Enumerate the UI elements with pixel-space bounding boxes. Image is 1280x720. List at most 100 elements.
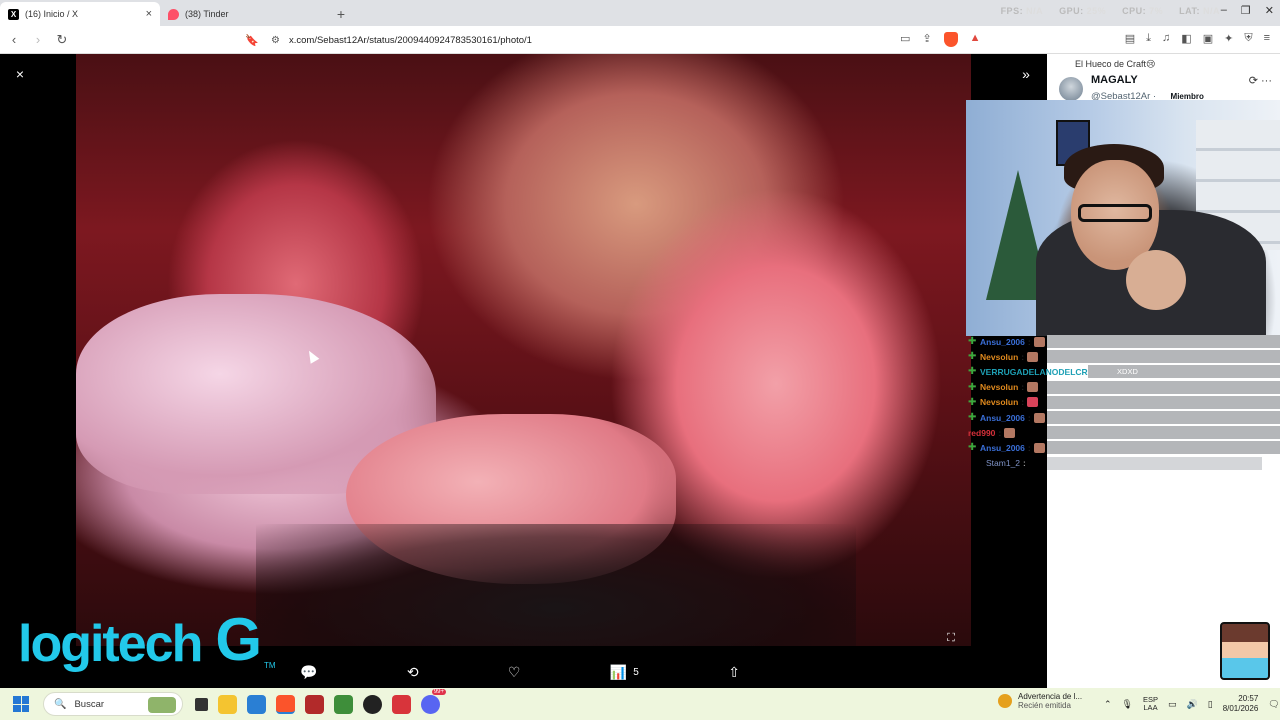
battery-icon[interactable]: ▯: [1208, 699, 1213, 710]
chat-message: ✚ Ansu_2006:: [968, 440, 1280, 455]
brave-browser-icon[interactable]: [276, 694, 295, 714]
brave-rewards-icon[interactable]: ▲: [970, 32, 981, 47]
cast-icon[interactable]: ▭: [900, 32, 910, 47]
taskbar-search[interactable]: 🔍 Buscar: [43, 692, 183, 716]
address-bar[interactable]: 🔖 ⚙ x.com/Sebast12Ar/status/200944092478…: [245, 29, 995, 51]
microphone-icon[interactable]: 🎙: [1122, 699, 1133, 710]
chat-username: Nevsolun: [980, 382, 1019, 393]
network-icon[interactable]: ▭: [1168, 699, 1177, 710]
new-tab-button[interactable]: +: [328, 2, 354, 26]
chat-username: VERRUGADELANODELCRAFT: [980, 366, 1105, 377]
store-icon[interactable]: [247, 694, 266, 714]
gpu-stat: GPU: 25%: [1059, 6, 1107, 16]
menu-icon[interactable]: ≡: [1264, 32, 1270, 45]
bookmark-icon[interactable]: 🔖: [245, 34, 261, 47]
fps-stat: FPS: N/A: [1000, 6, 1044, 16]
sub-badge-icon: ✚: [968, 366, 977, 378]
sub-badge-icon: ✚: [968, 396, 977, 408]
logo-word: logitech: [18, 615, 203, 673]
back-icon[interactable]: ‹: [4, 32, 24, 47]
media-icon[interactable]: ♫: [1162, 32, 1170, 45]
forward-icon[interactable]: ›: [28, 32, 48, 47]
expand-panel-icon[interactable]: »: [1016, 64, 1036, 84]
discord-badge: 99+: [431, 688, 446, 695]
views-button[interactable]: 📊 5: [610, 664, 639, 681]
language-indicator[interactable]: ESP LAA: [1143, 695, 1158, 713]
close-viewer-icon[interactable]: ×: [10, 64, 30, 84]
reload-icon[interactable]: ↻: [52, 32, 72, 48]
tab-label: (16) Inicio / X: [25, 9, 79, 19]
chat-username: red990: [968, 427, 996, 438]
streamer-hand: [1126, 250, 1186, 310]
file-explorer-icon[interactable]: [218, 694, 237, 714]
task-view-icon[interactable]: [195, 697, 208, 711]
share-button[interactable]: ⇧: [728, 664, 740, 681]
tab-tinder[interactable]: (38) Tinder: [160, 2, 320, 26]
logo-g: G: [215, 606, 263, 673]
emote-icon: [1027, 397, 1039, 408]
minimize-icon[interactable]: –: [1221, 4, 1227, 17]
clock[interactable]: 20:57 8/01/2026: [1223, 694, 1259, 713]
author-name[interactable]: MAGALY: [1091, 74, 1204, 86]
browser-tools: ▤ ⤓ ♫ ◧ ▣ ✦ ⛨ ≡: [1125, 32, 1270, 45]
discord-icon[interactable]: 99+: [421, 688, 446, 714]
share-page-icon[interactable]: ⇪: [922, 32, 931, 47]
logitech-logo: logitech G TM: [18, 606, 276, 673]
photo-region: [256, 524, 856, 646]
chat-message: ✚ Nevsolun:: [968, 349, 1280, 364]
logo-tm: TM: [264, 661, 276, 670]
chat-username: Ansu_2006: [980, 336, 1025, 347]
brave-shield-icon[interactable]: [943, 32, 958, 47]
chat-redaction-bar: [1047, 380, 1280, 394]
streamer-glasses: [1078, 204, 1152, 222]
restore-icon[interactable]: ❐: [1241, 4, 1251, 17]
cpu-stat: CPU: 7%: [1122, 6, 1164, 16]
obs-icon[interactable]: [363, 694, 382, 714]
notification-title: Advertencia de l...: [1018, 692, 1083, 701]
warning-icon: [998, 694, 1012, 708]
url-text[interactable]: x.com/Sebast12Ar/status/2009440924783530…: [289, 35, 995, 46]
alt-text-icon[interactable]: ⛶: [942, 629, 960, 647]
avatar[interactable]: [1059, 77, 1083, 101]
notification-subtitle: Recién emitida: [1018, 701, 1071, 710]
tab-strip: X (16) Inicio / X × (38) Tinder + FPS: N…: [0, 0, 1280, 26]
more-options-icon[interactable]: ⟳ ···: [1249, 74, 1272, 87]
reply-button[interactable]: 💬: [300, 664, 317, 681]
share-icon: ⇧: [728, 663, 740, 680]
pixel-avatar-sticker: [1220, 622, 1270, 680]
vpn-icon[interactable]: ⛨: [1244, 32, 1252, 45]
chat-message: ✚ Nevsolun:: [968, 395, 1280, 410]
tab-x-home[interactable]: X (16) Inicio / X ×: [0, 2, 160, 26]
streaming-app-icon[interactable]: [305, 694, 324, 714]
sidebar-panel-icon[interactable]: ▤: [1125, 32, 1135, 45]
tweet-photo[interactable]: [76, 54, 971, 646]
emote-icon: [1033, 442, 1045, 453]
repost-button[interactable]: ⟲: [407, 664, 419, 681]
perf-overlay: FPS: N/A GPU: 25% CPU: 7% LAT: N/A: [1001, 6, 1220, 16]
community-label[interactable]: El Hueco de Craft😢: [1075, 59, 1155, 70]
chat-username: Nevsolun: [980, 351, 1019, 362]
leo-ai-icon[interactable]: ✦: [1224, 32, 1233, 45]
chat-message: ✚ VERRUGADELANODELCRAFT: XDXD: [968, 364, 1280, 379]
sidebar-toggle-icon[interactable]: ◧: [1181, 32, 1191, 45]
emote-icon: [1033, 412, 1045, 423]
notifications-icon[interactable]: 🗨: [1268, 699, 1279, 710]
notification-toast[interactable]: Advertencia de l... Recién emitida: [998, 692, 1082, 710]
heart-icon: ♡: [507, 663, 521, 680]
emote-icon: [1033, 336, 1045, 347]
sub-badge-icon: ✚: [968, 442, 977, 454]
volume-icon[interactable]: 🔊: [1187, 699, 1198, 710]
chevron-up-icon[interactable]: ⌃: [1104, 699, 1112, 710]
close-tab-icon[interactable]: ×: [146, 8, 152, 20]
site-info-icon[interactable]: ⚙: [271, 35, 289, 46]
chat-username: Nevsolun: [980, 397, 1019, 408]
wallet-icon[interactable]: ▣: [1203, 32, 1213, 45]
sub-badge-icon: ✚: [968, 336, 977, 348]
red-app-icon[interactable]: [392, 694, 411, 714]
like-button[interactable]: ♡: [508, 664, 521, 681]
windows-start-icon[interactable]: [13, 696, 29, 712]
minecraft-icon[interactable]: [334, 694, 353, 714]
webcam-overlay: [966, 100, 1280, 336]
close-window-icon[interactable]: ✕: [1265, 4, 1274, 17]
downloads-icon[interactable]: ⤓: [1146, 32, 1151, 45]
